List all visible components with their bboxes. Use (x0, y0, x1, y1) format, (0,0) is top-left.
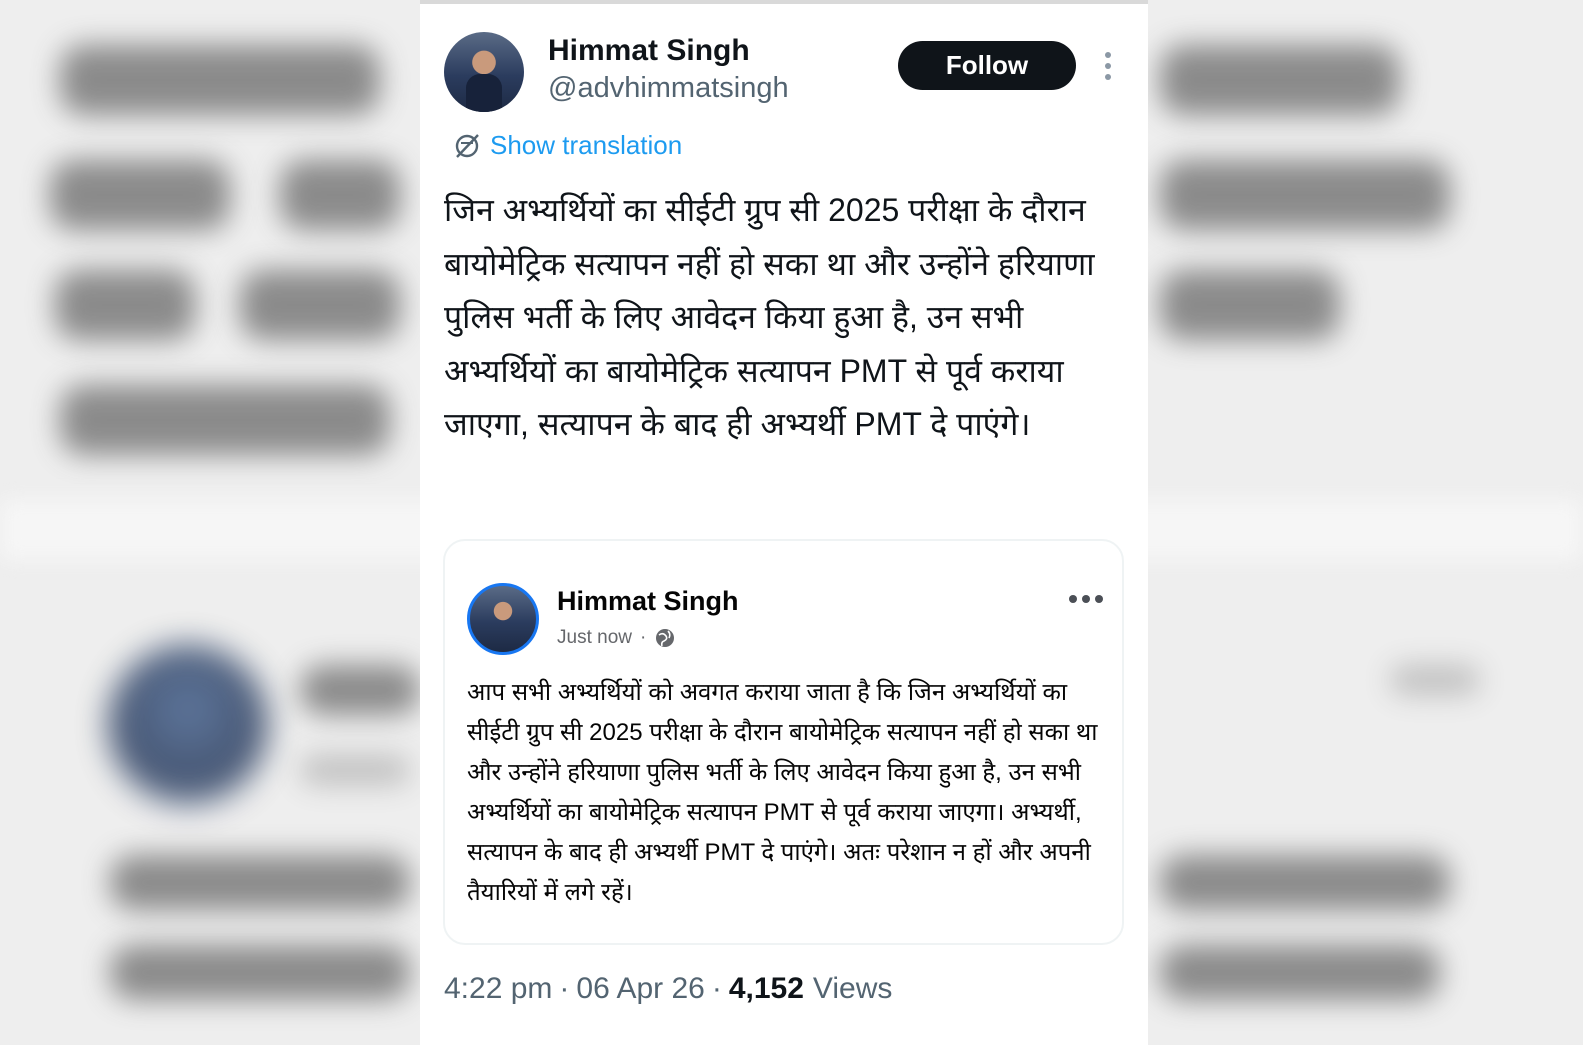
views-label: Views (812, 972, 893, 1005)
quoted-post-time: Just now (557, 627, 632, 648)
vertical-dots-icon[interactable] (1102, 50, 1114, 82)
tweet-text: जिन अभ्यर्थियों का सीईटी ग्रुप सी 2025 प… (444, 192, 1095, 442)
author-name[interactable]: Himmat Singh (548, 34, 750, 68)
quoted-author-name: Himmat Singh (557, 586, 739, 616)
author-handle[interactable]: @advhimmatsingh (548, 72, 789, 105)
show-translation-label: Show translation (490, 130, 683, 160)
quoted-author-avatar (467, 583, 539, 655)
tweet-date[interactable]: 06 Apr 26 (576, 972, 704, 1006)
horizontal-dots-icon (1069, 595, 1103, 603)
tweet-footer: 4:22 pm · 06 Apr 26 · 4,152 Views (444, 972, 892, 1006)
author-avatar[interactable] (444, 32, 524, 112)
quoted-post-meta: Just now · (557, 627, 676, 649)
show-translation-link[interactable]: Show translation (452, 130, 682, 161)
quoted-post-image[interactable]: Himmat Singh Just now · आप सभी अभ्यर्थिय… (443, 539, 1124, 945)
translate-icon (455, 133, 479, 158)
footer-separator: · (559, 972, 570, 1005)
quoted-post-text: आप सभी अभ्यर्थियों को अवगत कराया जाता है… (467, 679, 1098, 906)
tweet-time[interactable]: 4:22 pm (444, 972, 552, 1006)
globe-icon (656, 629, 675, 647)
tweet-card: Himmat Singh @advhimmatsingh Follow Show… (420, 0, 1148, 1045)
follow-button[interactable]: Follow (898, 41, 1076, 90)
views-count[interactable]: 4,152 (729, 972, 804, 1006)
footer-separator: · (711, 972, 722, 1005)
meta-separator: · (639, 627, 647, 648)
